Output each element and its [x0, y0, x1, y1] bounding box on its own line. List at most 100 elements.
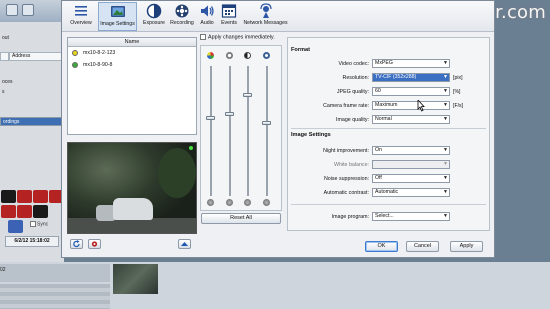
status-dot-icon	[72, 62, 78, 68]
resolution-select[interactable]: TV-CIF (352x288) ▼	[372, 73, 450, 82]
slider-track[interactable]	[266, 66, 268, 196]
snapshot-button[interactable]	[88, 239, 101, 249]
white-balance-label: White balance:	[333, 162, 369, 168]
timeline-strip[interactable]	[0, 284, 110, 309]
background-row[interactable]: oces	[0, 78, 64, 87]
select-value: On	[375, 147, 382, 153]
reset-dot-icon[interactable]	[207, 199, 214, 206]
dropdown-arrow-icon: ▼	[443, 116, 448, 122]
background-row-selected[interactable]: ordings	[0, 117, 64, 126]
resolution-label: Resolution:	[342, 75, 370, 81]
format-section-title: Format	[291, 47, 310, 53]
reset-dot-icon[interactable]	[244, 199, 251, 206]
slider-track[interactable]	[247, 66, 249, 196]
refresh-button[interactable]	[70, 239, 83, 249]
noise-suppression-label: Noise suppression:	[323, 176, 369, 182]
video-thumbnail[interactable]	[113, 264, 158, 294]
timeline[interactable]: 02	[0, 264, 110, 282]
brightness-slider-handle[interactable]	[225, 112, 234, 117]
white-balance-select[interactable]: ▼	[372, 160, 450, 169]
background-toolbar-button[interactable]	[22, 4, 34, 16]
sharpness-slider-handle[interactable]	[262, 121, 271, 126]
camera-settings-dialog: Overview Image Settings Exposure Recordi…	[61, 0, 495, 258]
jpeg-quality-select[interactable]: 60 ▼	[372, 87, 450, 96]
toolbar-label: Image Settings	[100, 21, 135, 27]
tree-shape	[158, 148, 196, 198]
dropdown-arrow-icon: ▼	[443, 189, 448, 195]
noise-suppression-select[interactable]: Off ▼	[372, 174, 450, 183]
select-value: Off	[375, 175, 382, 181]
toolbar-image-settings[interactable]: Image Settings	[98, 2, 137, 31]
video-codec-select[interactable]: MxPEG ▼	[372, 59, 450, 68]
camera-list-item[interactable]: mx10-8-2-123	[68, 47, 196, 59]
toolbar-exposure[interactable]: Exposure	[140, 2, 168, 31]
reset-dot-icon[interactable]	[226, 199, 233, 206]
dropdown-arrow-icon: ▼	[443, 60, 448, 66]
background-control[interactable]	[1, 205, 16, 218]
contrast-slider-handle[interactable]	[243, 92, 252, 97]
jpeg-quality-unit: [%]	[453, 89, 461, 95]
background-control[interactable]	[8, 220, 23, 233]
background-row[interactable]: out	[0, 34, 64, 43]
image-settings-icon	[110, 6, 125, 17]
color-saturation-slider-handle[interactable]	[206, 116, 215, 120]
background-row[interactable]: s	[0, 88, 64, 97]
apply-button[interactable]: Apply	[450, 241, 483, 252]
background-control[interactable]	[17, 205, 32, 218]
toolbar-label: Exposure	[143, 20, 165, 26]
cancel-button[interactable]: Cancel	[406, 241, 439, 252]
automatic-contrast-select[interactable]: Automatic ▼	[372, 188, 450, 197]
background-control[interactable]	[1, 190, 16, 203]
timecode: 02	[0, 267, 6, 273]
toolbar-events[interactable]: Events	[219, 2, 239, 31]
night-improvement-select[interactable]: On ▼	[372, 146, 450, 155]
events-icon	[221, 4, 237, 18]
section-divider	[291, 204, 486, 205]
toolbar-label: Network Messages	[243, 20, 288, 26]
apply-immediately-checkbox[interactable]: Apply changes immediately.	[200, 34, 275, 40]
sharpness-icon	[263, 52, 270, 59]
select-value: 60	[375, 88, 381, 94]
slider-track[interactable]	[210, 66, 212, 196]
ok-button[interactable]: OK	[365, 241, 398, 252]
expand-button[interactable]	[178, 239, 191, 249]
expand-icon	[181, 242, 188, 246]
video-codec-label: Video codec:	[338, 61, 369, 67]
color-saturation-icon	[207, 52, 214, 59]
checkbox-box[interactable]	[200, 34, 206, 40]
toolbar-audio[interactable]: Audio	[197, 2, 217, 31]
image-program-select[interactable]: Select... ▼	[372, 212, 450, 221]
jpeg-quality-label: JPEG quality:	[336, 89, 369, 95]
camera-list-header[interactable]: Name	[68, 38, 196, 47]
settings-panel: Format Video codec: MxPEG ▼ Resolution: T…	[287, 37, 490, 231]
reset-dot-icon[interactable]	[263, 199, 270, 206]
background-control[interactable]	[33, 205, 48, 218]
frame-rate-label: Camera frame rate:	[323, 103, 369, 109]
camera-list-item[interactable]: mx10-8-90-8	[68, 59, 196, 71]
toolbar-overview[interactable]: Overview	[66, 2, 96, 31]
dropdown-arrow-icon: ▼	[443, 175, 448, 181]
background-cell: Address	[9, 52, 64, 61]
camera-list: Name mx10-8-2-123 mx10-8-90-8	[67, 37, 197, 135]
resolution-unit: [pix]	[453, 75, 463, 81]
status-dot-icon	[72, 50, 78, 56]
reset-all-button[interactable]: Reset All	[201, 213, 281, 224]
slider-track[interactable]	[229, 66, 231, 196]
toolbar-label: Audio	[200, 20, 214, 26]
toolbar-recording[interactable]: Recording	[168, 2, 196, 31]
night-improvement-label: Night improvement:	[323, 148, 369, 154]
frame-rate-select[interactable]: Maximum ▼	[372, 101, 450, 110]
dropdown-arrow-icon: ▼	[443, 88, 448, 94]
network-messages-icon	[259, 3, 272, 18]
dropdown-arrow-icon: ▼	[443, 147, 448, 153]
background-toolbar-button[interactable]	[6, 4, 18, 16]
sync-checkbox-box[interactable]	[30, 221, 36, 227]
background-control[interactable]	[33, 190, 48, 203]
select-value: MxPEG	[375, 60, 393, 66]
frame-rate-unit: [F/s]	[453, 103, 464, 109]
background-control[interactable]	[17, 190, 32, 203]
sync-checkbox[interactable]: Sync	[30, 221, 48, 227]
image-quality-select[interactable]: Normal ▼	[372, 115, 450, 124]
toolbar-network-messages[interactable]: Network Messages	[241, 2, 290, 31]
toolbar-label: Events	[221, 20, 237, 26]
